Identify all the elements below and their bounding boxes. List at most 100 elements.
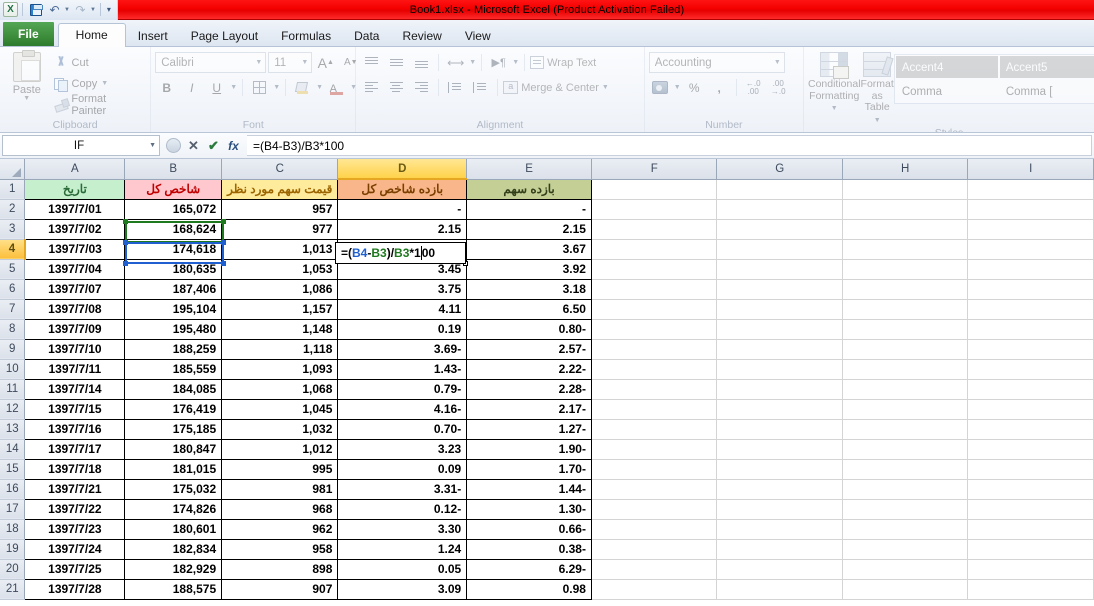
cell-B5[interactable]: 180,635: [124, 259, 223, 280]
cell-C15[interactable]: 995: [221, 459, 339, 480]
number-format-combo[interactable]: Accounting ▼: [648, 52, 785, 73]
empty-cell[interactable]: [842, 419, 969, 440]
cell-E15[interactable]: 1.70-: [466, 459, 592, 480]
empty-cell[interactable]: [591, 299, 718, 320]
cell-C4[interactable]: 1,013: [221, 239, 339, 260]
cell-E8[interactable]: 0.80-: [466, 319, 592, 340]
style-accent5[interactable]: Accent5: [998, 55, 1094, 79]
empty-cell[interactable]: [591, 359, 718, 380]
text-direction-button[interactable]: ▶¶: [487, 52, 510, 74]
row-header-4[interactable]: 4: [0, 239, 26, 260]
cell-E11[interactable]: 2.28-: [466, 379, 592, 400]
name-box[interactable]: IF ▼: [2, 135, 160, 156]
underline-button[interactable]: U: [205, 77, 228, 99]
row-header-7[interactable]: 7: [0, 299, 26, 320]
cell-D11[interactable]: 0.79-: [337, 379, 468, 400]
empty-cell[interactable]: [842, 199, 969, 220]
fill-color-dropdown-icon[interactable]: ▼: [316, 84, 323, 91]
cell-B9[interactable]: 188,259: [124, 339, 223, 360]
cell-C20[interactable]: 898: [221, 559, 339, 580]
cell-D8[interactable]: 0.19: [337, 319, 468, 340]
row-header-1[interactable]: 1: [0, 179, 26, 200]
empty-cell[interactable]: [967, 399, 1094, 420]
row-header-6[interactable]: 6: [0, 279, 26, 300]
header-cell-b1[interactable]: شاخص کل: [124, 178, 223, 200]
cell-B2[interactable]: 165,072: [124, 199, 223, 220]
col-header-a[interactable]: A: [24, 159, 126, 180]
font-size-combo[interactable]: 11 ▼: [268, 52, 313, 73]
empty-cell[interactable]: [967, 459, 1094, 480]
align-middle-button[interactable]: [385, 52, 408, 74]
empty-cell[interactable]: [842, 399, 969, 420]
chevron-down-icon[interactable]: ▼: [101, 80, 108, 87]
bold-button[interactable]: B: [155, 77, 178, 99]
empty-cell[interactable]: [842, 579, 969, 600]
col-header-g[interactable]: G: [716, 159, 843, 180]
empty-cell[interactable]: [591, 259, 718, 280]
row-header-18[interactable]: 18: [0, 519, 26, 540]
cell-A8[interactable]: 1397/7/09: [24, 319, 126, 340]
cancel-edit-icon[interactable]: ✕: [184, 136, 203, 155]
empty-cell[interactable]: [716, 179, 843, 200]
empty-cell[interactable]: [842, 259, 969, 280]
row-header-21[interactable]: 21: [0, 579, 26, 600]
cell-D7[interactable]: 4.11: [337, 299, 468, 320]
align-left-button[interactable]: [360, 77, 383, 99]
row-header-13[interactable]: 13: [0, 419, 26, 440]
empty-cell[interactable]: [591, 219, 718, 240]
cell-B8[interactable]: 195,480: [124, 319, 223, 340]
row-header-11[interactable]: 11: [0, 379, 26, 400]
empty-cell[interactable]: [967, 439, 1094, 460]
row-header-5[interactable]: 5: [0, 259, 26, 280]
row-header-19[interactable]: 19: [0, 539, 26, 560]
cell-B17[interactable]: 174,826: [124, 499, 223, 520]
formula-input[interactable]: =(B4-B3)/B3*100: [247, 135, 1092, 156]
align-center-button[interactable]: [385, 77, 408, 99]
name-box-dropdown-icon[interactable]: ▼: [149, 142, 156, 149]
cell-E6[interactable]: 3.18: [466, 279, 592, 300]
cell-C19[interactable]: 958: [221, 539, 339, 560]
copy-button[interactable]: Copy ▼: [50, 73, 147, 94]
cell-B12[interactable]: 176,419: [124, 399, 223, 420]
cut-button[interactable]: Cut: [50, 52, 147, 73]
empty-cell[interactable]: [842, 179, 969, 200]
empty-cell[interactable]: [842, 339, 969, 360]
cell-D9[interactable]: 3.69-: [337, 339, 468, 360]
col-header-d[interactable]: D: [337, 159, 468, 180]
empty-cell[interactable]: [591, 339, 718, 360]
borders-button[interactable]: [248, 77, 271, 99]
confirm-edit-icon[interactable]: ✔: [204, 136, 223, 155]
cell-C9[interactable]: 1,118: [221, 339, 339, 360]
empty-cell[interactable]: [716, 219, 843, 240]
empty-cell[interactable]: [967, 579, 1094, 600]
cell-D18[interactable]: 3.30: [337, 519, 468, 540]
cell-A3[interactable]: 1397/7/02: [24, 219, 126, 240]
row-header-3[interactable]: 3: [0, 219, 26, 240]
empty-cell[interactable]: [591, 439, 718, 460]
cell-A5[interactable]: 1397/7/04: [24, 259, 126, 280]
empty-cell[interactable]: [716, 359, 843, 380]
cell-E2[interactable]: -: [466, 199, 592, 220]
style-accent4[interactable]: Accent4: [894, 55, 999, 79]
insert-function-icon[interactable]: fx: [224, 136, 243, 155]
cell-B20[interactable]: 182,929: [124, 559, 223, 580]
style-comma[interactable]: Comma: [894, 79, 999, 103]
cell-A20[interactable]: 1397/7/25: [24, 559, 126, 580]
grow-font-button[interactable]: A ▲: [314, 52, 337, 74]
cell-C14[interactable]: 1,012: [221, 439, 339, 460]
empty-cell[interactable]: [591, 279, 718, 300]
empty-cell[interactable]: [842, 539, 969, 560]
cell-A14[interactable]: 1397/7/17: [24, 439, 126, 460]
empty-cell[interactable]: [967, 219, 1094, 240]
col-header-f[interactable]: F: [591, 159, 718, 180]
cell-styles-gallery[interactable]: Accent4 Comma Accent5 Comma [: [893, 54, 1094, 104]
empty-cell[interactable]: [967, 199, 1094, 220]
tab-insert[interactable]: Insert: [127, 25, 179, 47]
accounting-format-button[interactable]: [649, 77, 672, 99]
empty-cell[interactable]: [716, 259, 843, 280]
orientation-button[interactable]: ⟷: [444, 52, 467, 74]
empty-cell[interactable]: [967, 359, 1094, 380]
cell-E7[interactable]: 6.50: [466, 299, 592, 320]
select-all-corner[interactable]: [0, 159, 26, 180]
col-header-c[interactable]: C: [221, 159, 339, 180]
